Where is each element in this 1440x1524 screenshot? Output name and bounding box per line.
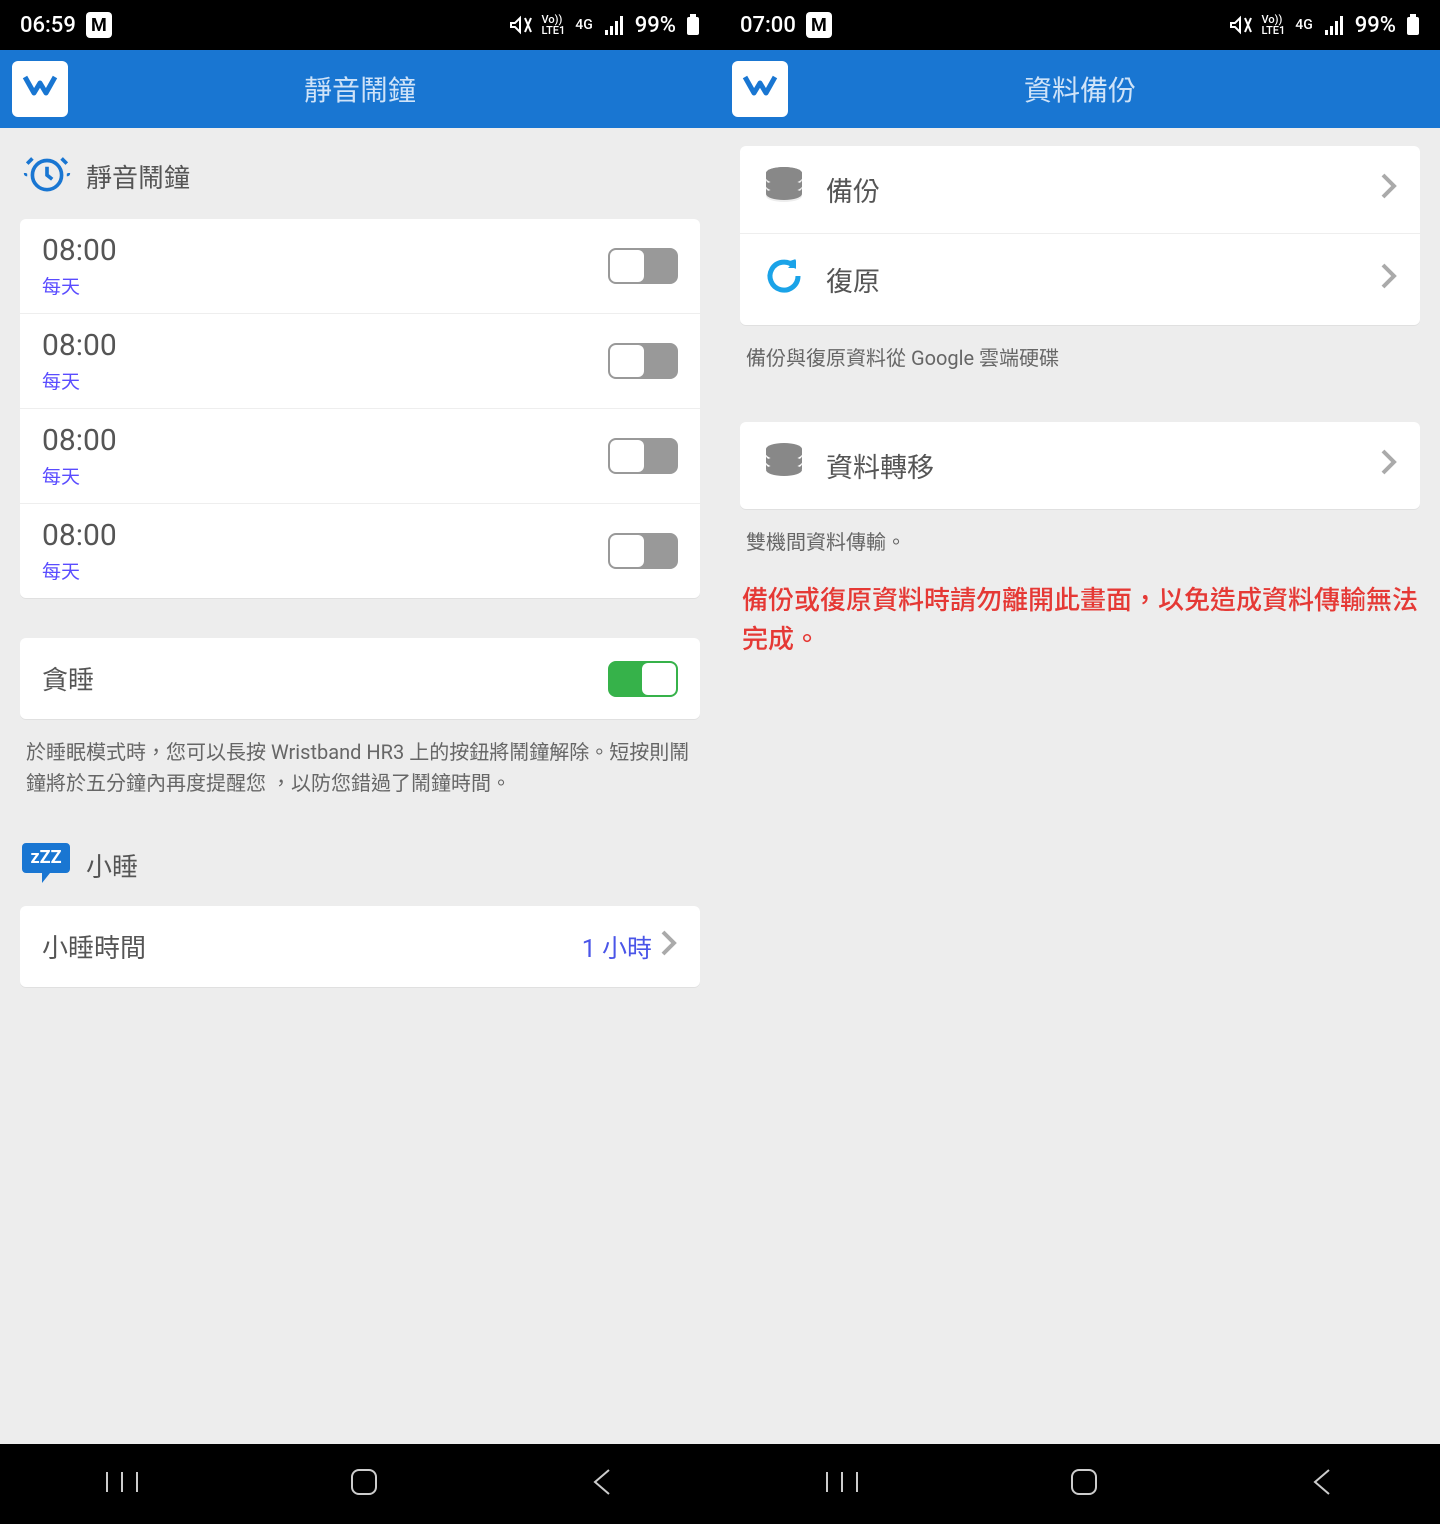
alarm-toggle[interactable] bbox=[608, 343, 678, 379]
transfer-card: 資料轉移 bbox=[740, 422, 1420, 509]
alarm-time: 08:00 bbox=[42, 423, 117, 458]
mute-icon bbox=[508, 13, 532, 37]
section-alarm-title: 靜音鬧鐘 bbox=[86, 158, 190, 195]
alarm-toggle[interactable] bbox=[608, 438, 678, 474]
volte-icon: Vo)) LTE1 bbox=[542, 14, 566, 36]
alarm-row[interactable]: 08:00 每天 bbox=[20, 504, 700, 598]
alarm-days: 每天 bbox=[42, 367, 117, 394]
nap-zzz-icon: zZZ bbox=[22, 839, 72, 892]
chevron-right-icon bbox=[1378, 448, 1398, 483]
alarm-days: 每天 bbox=[42, 557, 117, 584]
chevron-right-icon bbox=[1378, 262, 1398, 297]
battery-pct: 99% bbox=[635, 13, 676, 38]
nap-card: 小睡時間 1 小時 bbox=[20, 906, 700, 987]
snooze-toggle[interactable] bbox=[608, 661, 678, 697]
phone-left: 06:59 M Vo)) LTE1 4G 99% 靜音鬧鐘 bbox=[0, 0, 720, 1524]
restore-icon bbox=[762, 254, 806, 305]
section-nap-title: 小睡 bbox=[86, 847, 138, 884]
transfer-label: 資料轉移 bbox=[826, 446, 934, 485]
backup-restore-card: 備份 復原 bbox=[740, 146, 1420, 325]
alarm-time: 08:00 bbox=[42, 233, 117, 268]
snooze-card: 貪睡 bbox=[20, 638, 700, 719]
backup-label: 備份 bbox=[826, 170, 880, 209]
home-button[interactable] bbox=[1069, 1467, 1099, 1501]
nap-time-label: 小睡時間 bbox=[42, 928, 146, 965]
app-logo-icon bbox=[12, 61, 68, 117]
section-alarm-header: 靜音鬧鐘 bbox=[0, 128, 720, 219]
chevron-right-icon bbox=[1378, 172, 1398, 207]
page-title: 靜音鬧鐘 bbox=[68, 69, 708, 109]
alarm-row[interactable]: 08:00 每天 bbox=[20, 219, 700, 314]
chevron-right-icon bbox=[658, 929, 678, 964]
status-bar: 06:59 M Vo)) LTE1 4G 99% bbox=[0, 0, 720, 50]
app-bar: 靜音鬧鐘 bbox=[0, 50, 720, 128]
restore-row[interactable]: 復原 bbox=[740, 234, 1420, 325]
app-logo-icon bbox=[732, 61, 788, 117]
alarm-time: 08:00 bbox=[42, 328, 117, 363]
status-time: 06:59 bbox=[20, 13, 76, 38]
back-button[interactable] bbox=[589, 1467, 615, 1501]
mute-icon bbox=[1228, 13, 1252, 37]
transfer-hint: 雙機間資料傳輸。 bbox=[720, 509, 1440, 558]
backup-row[interactable]: 備份 bbox=[740, 146, 1420, 234]
signal-icon bbox=[1323, 15, 1345, 35]
database-icon bbox=[762, 166, 806, 213]
snooze-hint: 於睡眠模式時，您可以長按 Wristband HR3 上的按鈕將鬧鐘解除。短按則… bbox=[0, 719, 720, 799]
alarm-toggle[interactable] bbox=[608, 248, 678, 284]
nap-time-value: 1 小時 bbox=[582, 929, 652, 965]
database-icon bbox=[762, 442, 806, 489]
signal-icon bbox=[603, 15, 625, 35]
status-app-badge-icon: M bbox=[806, 12, 832, 38]
content: 備份 復原 備 bbox=[720, 128, 1440, 1444]
alarm-days: 每天 bbox=[42, 462, 117, 489]
alarm-row[interactable]: 08:00 每天 bbox=[20, 409, 700, 504]
network-icon: 4G bbox=[575, 17, 593, 33]
battery-icon bbox=[1406, 14, 1420, 36]
app-bar: 資料備份 bbox=[720, 50, 1440, 128]
snooze-label: 貪睡 bbox=[42, 660, 94, 697]
recents-button[interactable] bbox=[105, 1468, 139, 1500]
status-time: 07:00 bbox=[740, 13, 796, 38]
snooze-row[interactable]: 貪睡 bbox=[20, 638, 700, 719]
alarm-row[interactable]: 08:00 每天 bbox=[20, 314, 700, 409]
battery-icon bbox=[686, 14, 700, 36]
alarm-days: 每天 bbox=[42, 272, 117, 299]
backup-hint: 備份與復原資料從 Google 雲端硬碟 bbox=[720, 325, 1440, 374]
svg-text:zZZ: zZZ bbox=[30, 847, 61, 868]
volte-icon: Vo)) LTE1 bbox=[1262, 14, 1286, 36]
restore-label: 復原 bbox=[826, 260, 880, 299]
battery-pct: 99% bbox=[1355, 13, 1396, 38]
recents-button[interactable] bbox=[825, 1468, 859, 1500]
status-app-badge-icon: M bbox=[86, 12, 112, 38]
alarm-list: 08:00 每天 08:00 每天 08:00 每天 bbox=[20, 219, 700, 598]
network-icon: 4G bbox=[1295, 17, 1313, 33]
section-nap-header: zZZ 小睡 bbox=[0, 799, 720, 906]
navigation-bar bbox=[0, 1444, 720, 1524]
navigation-bar bbox=[720, 1444, 1440, 1524]
alarm-time: 08:00 bbox=[42, 518, 117, 553]
back-button[interactable] bbox=[1309, 1467, 1335, 1501]
alarm-toggle[interactable] bbox=[608, 533, 678, 569]
home-button[interactable] bbox=[349, 1467, 379, 1501]
status-bar: 07:00 M Vo)) LTE1 4G 99% bbox=[720, 0, 1440, 50]
phone-right: 07:00 M Vo)) LTE1 4G 99% 資料備份 bbox=[720, 0, 1440, 1524]
transfer-row[interactable]: 資料轉移 bbox=[740, 422, 1420, 509]
alarm-clock-icon bbox=[22, 148, 72, 205]
content: 靜音鬧鐘 08:00 每天 08:00 每天 bbox=[0, 128, 720, 1444]
nap-time-row[interactable]: 小睡時間 1 小時 bbox=[20, 906, 700, 987]
page-title: 資料備份 bbox=[788, 69, 1428, 109]
warning-text: 備份或復原資料時請勿離開此畫面，以免造成資料傳輸無法完成。 bbox=[720, 558, 1440, 660]
